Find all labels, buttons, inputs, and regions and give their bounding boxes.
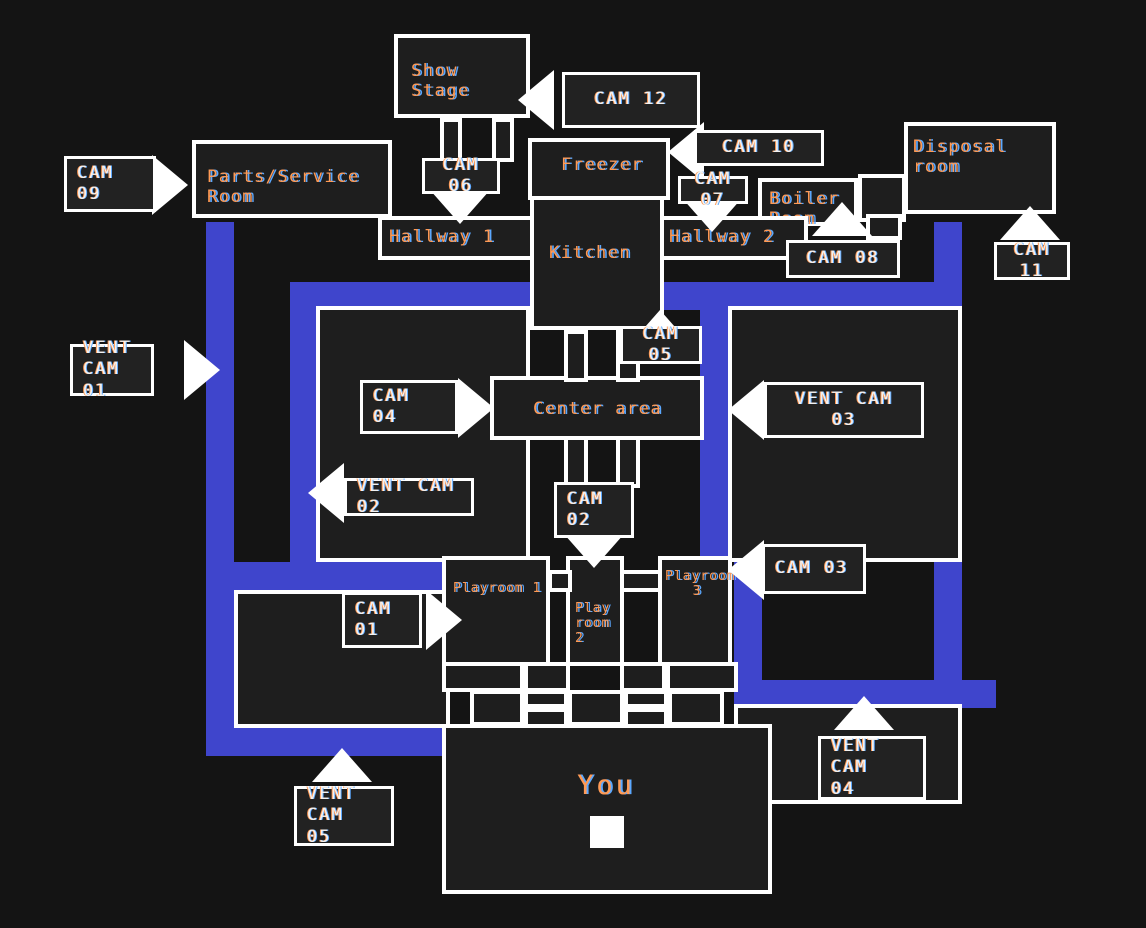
arrow-cam-01 [426, 590, 462, 650]
camera-label-vent-cam-02[interactable]: VENT CAM 02 [344, 475, 474, 517]
camera-label-cam-11[interactable]: CAM 11 [994, 239, 1070, 281]
arrow-vent-cam-01 [184, 340, 220, 400]
camera-label-text-cam-08: CAM 08 [806, 248, 880, 269]
corridor-cell-center-bottom-right [616, 436, 640, 488]
corridor-cell-bottom-b [524, 662, 570, 692]
camera-label-text-vent-cam-05: VENT CAM 05 [307, 784, 356, 847]
camera-label-text-cam-09: CAM 09 [77, 162, 114, 204]
camera-label-text-cam-05: CAM 05 [642, 323, 680, 365]
corridor-cell-playroom-2-3-link [620, 570, 662, 592]
camera-label-cam-07[interactable]: CAM 07 [678, 169, 748, 210]
vent-duct-inner-left-vertical [290, 282, 318, 582]
camera-label-cam-10[interactable]: CAM 10 [694, 130, 824, 166]
arrow-cam-03 [728, 540, 764, 600]
corridor-cell-bottom-a [442, 662, 524, 692]
corridor-cell-bottom-f [524, 690, 568, 708]
camera-label-text-cam-10: CAM 10 [722, 137, 796, 158]
room-playroom-3-box: Playroom 3 [658, 556, 737, 666]
room-label-center-area: Center area [534, 399, 664, 419]
camera-label-text-cam-11: CAM 11 [1013, 239, 1051, 281]
camera-label-text-vent-cam-02: VENT CAM 02 [357, 475, 455, 517]
corridor-cell-bottom-h [568, 690, 624, 726]
camera-label-vent-cam-05[interactable]: VENT CAM 05 [294, 784, 394, 847]
player-marker [590, 815, 624, 848]
room-label-playroom-3: Playroom 3 [666, 569, 737, 599]
arrow-cam-04 [458, 378, 494, 438]
arrow-vent-cam-05 [312, 748, 372, 782]
camera-label-cam-09[interactable]: CAM 09 [64, 156, 156, 212]
corridor-cell-center-bottom-left [564, 436, 588, 488]
vent-duct-mid-left-horizontal [234, 562, 450, 590]
camera-label-text-cam-07: CAM 07 [694, 168, 732, 210]
room-parts-service-box: Parts/Service Room [192, 140, 392, 218]
arrow-cam-12 [518, 70, 554, 130]
vent-duct-inner-right-vertical [700, 282, 728, 582]
corridor-cell-playroom-1-2-link [548, 570, 572, 592]
camera-label-cam-06[interactable]: CAM 06 [422, 155, 500, 196]
camera-label-text-cam-12: CAM 12 [594, 89, 668, 110]
room-show-stage-box: Show Stage [394, 34, 530, 118]
camera-label-text-cam-01: CAM 01 [355, 598, 392, 640]
arrow-cam-08 [812, 202, 872, 236]
camera-label-text-cam-02: CAM 02 [567, 488, 604, 530]
camera-label-cam-12[interactable]: CAM 12 [562, 72, 700, 128]
arrow-cam-09 [152, 155, 188, 215]
room-center-area-box: Center area [490, 376, 704, 440]
room-label-hallway-1: Hallway 1 [390, 227, 496, 247]
room-label-disposal: Disposal room [914, 137, 1008, 177]
arrow-cam-11 [1000, 206, 1060, 240]
room-label-playroom-1: Playroom 1 [454, 581, 543, 596]
room-label-show-stage: Show Stage [412, 61, 471, 101]
corridor-cell-center-top-left [564, 330, 588, 382]
corridor-cell-stage-right [492, 118, 514, 162]
camera-label-text-vent-cam-03: VENT CAM 03 [795, 388, 893, 430]
camera-map: Show Stage Parts/Service Room Freezer Di… [0, 0, 1146, 928]
corridor-cell-bottom-c [620, 662, 666, 692]
room-label-parts-service: Parts/Service Room [208, 167, 361, 207]
room-playroom-2-box: Play room 2 [566, 556, 624, 666]
camera-label-text-vent-cam-04: VENT CAM 04 [831, 736, 880, 799]
corridor-cell-bottom-i [624, 690, 668, 708]
camera-label-vent-cam-04[interactable]: VENT CAM 04 [818, 736, 926, 800]
camera-label-text-cam-04: CAM 04 [373, 385, 410, 427]
room-label-freezer: Freezer [562, 155, 645, 175]
corridor-cell-bottom-k [668, 690, 724, 726]
camera-label-cam-01[interactable]: CAM 01 [342, 592, 422, 648]
room-disposal-box: Disposal room [904, 122, 1056, 214]
camera-label-cam-02[interactable]: CAM 02 [554, 482, 634, 538]
room-freezer-box: Freezer [528, 138, 670, 200]
camera-label-text-vent-cam-01: VENT CAM 01 [83, 338, 132, 401]
camera-label-cam-04[interactable]: CAM 04 [360, 380, 458, 434]
vent-duct-left-vertical [206, 222, 234, 756]
room-label-kitchen: Kitchen [550, 243, 633, 263]
arrow-vent-cam-02 [308, 463, 344, 523]
arrow-cam-02 [564, 534, 624, 568]
camera-label-vent-cam-01[interactable]: VENT CAM 01 [70, 338, 154, 401]
room-label-playroom-2: Play room 2 [576, 601, 612, 646]
corridor-cell-bottom-e [470, 690, 524, 726]
arrow-vent-cam-03 [728, 380, 764, 440]
camera-label-vent-cam-03[interactable]: VENT CAM 03 [764, 382, 924, 438]
player-label: You [578, 770, 636, 802]
camera-label-text-cam-06: CAM 06 [442, 154, 480, 196]
corridor-cell-bottom-d [666, 662, 738, 692]
room-you-box: You [442, 724, 772, 894]
camera-label-cam-08[interactable]: CAM 08 [786, 240, 900, 278]
arrow-vent-cam-04 [834, 696, 894, 730]
camera-label-cam-05[interactable]: CAM 05 [620, 323, 702, 365]
camera-label-text-cam-03: CAM 03 [775, 558, 849, 579]
camera-label-cam-03[interactable]: CAM 03 [762, 544, 866, 594]
